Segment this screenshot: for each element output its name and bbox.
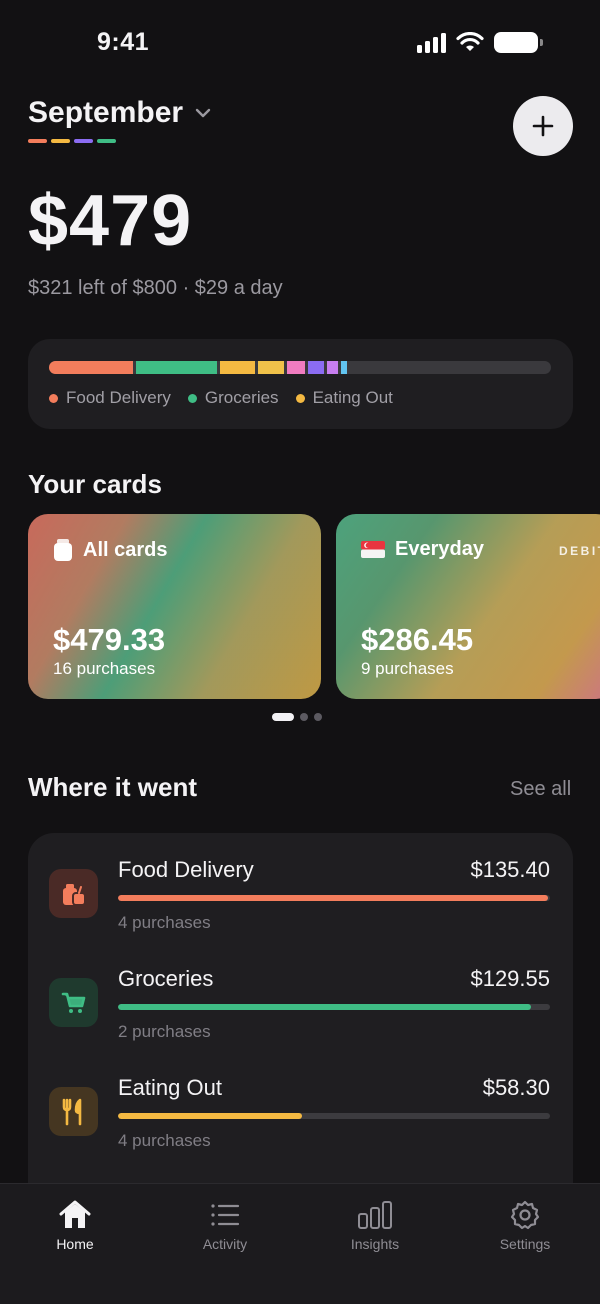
category-amount: $58.30	[482, 1075, 550, 1100]
signal-icon	[417, 32, 446, 53]
card-purchase-count: 16 purchases	[53, 659, 156, 678]
status-bar: 9:41	[0, 0, 600, 88]
bars-icon	[358, 1201, 392, 1229]
total-spent: $479	[28, 181, 193, 261]
category-row-groceries[interactable]: Groceries $129.55 2 purchases	[28, 942, 573, 1042]
tab-label: Settings	[499, 1236, 551, 1252]
status-icons	[417, 32, 543, 53]
gear-icon	[510, 1200, 540, 1230]
month-dot	[51, 139, 70, 143]
card-all-cards[interactable]: All cards $479.33 16 purchases	[28, 514, 321, 699]
category-row-food-delivery[interactable]: Food Delivery $135.40 4 purchases	[28, 833, 573, 933]
legend-label: Food Delivery	[66, 388, 171, 407]
category-progress-fill	[118, 1113, 302, 1119]
card-purchase-count: 9 purchases	[361, 659, 454, 678]
budget-segment	[341, 361, 348, 374]
tab-bar: Home Activity Insights Settings	[0, 1183, 600, 1304]
category-progress-track	[118, 895, 550, 901]
card-name-row: All cards	[53, 538, 167, 562]
pager-dot[interactable]	[300, 713, 308, 721]
home-icon	[59, 1200, 91, 1228]
see-all-link[interactable]: See all	[510, 778, 571, 801]
chevron-down-icon	[195, 108, 211, 118]
legend-dot	[187, 393, 197, 403]
budget-breakdown-card[interactable]: Food Delivery Groceries Eating Out	[28, 339, 573, 429]
tab-activity[interactable]: Activity	[165, 1200, 285, 1252]
list-icon	[211, 1204, 240, 1226]
category-name: Food Delivery	[118, 857, 254, 882]
plus-icon	[532, 115, 554, 137]
budget-segment	[307, 361, 324, 374]
category-progress-fill	[118, 895, 548, 901]
cards-section-title: Your cards	[28, 469, 162, 499]
month-dot	[28, 139, 47, 143]
budget-legend: Food Delivery Groceries Eating Out	[49, 388, 393, 408]
month-dot	[97, 139, 116, 143]
card-type-tag: DEBIT	[559, 544, 600, 558]
singapore-flag-icon	[361, 541, 385, 558]
bag-icon	[49, 869, 98, 918]
battery-icon	[494, 32, 543, 53]
tab-settings[interactable]: Settings	[465, 1200, 585, 1252]
cart-icon	[49, 978, 98, 1027]
category-purchase-count: 4 purchases	[118, 1131, 211, 1150]
card-everyday[interactable]: Everyday DEBIT $286.45 9 purchases	[336, 514, 600, 699]
category-progress-track	[118, 1004, 550, 1010]
budget-segment-bar	[49, 361, 551, 374]
card-pager[interactable]	[272, 713, 322, 721]
month-selector[interactable]: September	[28, 96, 213, 130]
tab-label: Home	[56, 1236, 94, 1252]
status-time: 9:41	[97, 28, 150, 56]
tab-label: Insights	[350, 1236, 400, 1252]
wifi-icon	[456, 32, 484, 51]
tab-home[interactable]: Home	[15, 1200, 135, 1252]
add-button[interactable]	[513, 96, 573, 156]
tab-label: Activity	[202, 1236, 248, 1252]
pager-dot-active[interactable]	[272, 713, 294, 721]
budget-segment	[286, 361, 305, 374]
legend-dot	[295, 393, 305, 403]
category-row-eating-out[interactable]: Eating Out $58.30 4 purchases	[28, 1051, 573, 1151]
legend-item-groceries: Groceries	[187, 388, 279, 408]
wallet-stack-icon	[54, 539, 72, 561]
category-progress-track	[118, 1113, 550, 1119]
month-dot	[74, 139, 93, 143]
category-purchase-count: 2 purchases	[118, 1022, 211, 1041]
budget-segment	[136, 361, 218, 374]
legend-label: Eating Out	[312, 388, 393, 407]
pager-dot[interactable]	[314, 713, 322, 721]
budget-summary: $321 left of $800 · $29 a day	[28, 277, 283, 299]
legend-item-food-delivery: Food Delivery	[49, 388, 171, 408]
category-amount: $129.55	[470, 966, 550, 991]
card-name-row: Everyday	[361, 538, 484, 561]
card-amount: $479.33	[53, 622, 166, 657]
budget-segment	[49, 361, 134, 374]
category-name: Eating Out	[118, 1075, 222, 1100]
utensils-icon	[49, 1087, 98, 1136]
category-amount: $135.40	[470, 857, 550, 882]
budget-segment	[326, 361, 339, 374]
card-name: Everyday	[395, 538, 484, 560]
budget-segment	[257, 361, 284, 374]
where-section-title: Where it went	[28, 772, 198, 802]
legend-dot	[49, 393, 58, 403]
legend-label: Groceries	[204, 388, 279, 407]
legend-item-eating-out: Eating Out	[295, 388, 393, 408]
month-color-dots	[28, 139, 116, 143]
month-title: September	[28, 96, 184, 129]
tab-insights[interactable]: Insights	[315, 1200, 435, 1252]
card-name: All cards	[83, 538, 168, 561]
budget-segment	[220, 361, 255, 374]
card-amount: $286.45	[361, 622, 474, 657]
category-list: Food Delivery $135.40 4 purchases Grocer…	[28, 833, 573, 1233]
category-progress-fill	[118, 1004, 531, 1010]
category-name: Groceries	[118, 966, 214, 991]
category-purchase-count: 4 purchases	[118, 913, 211, 932]
